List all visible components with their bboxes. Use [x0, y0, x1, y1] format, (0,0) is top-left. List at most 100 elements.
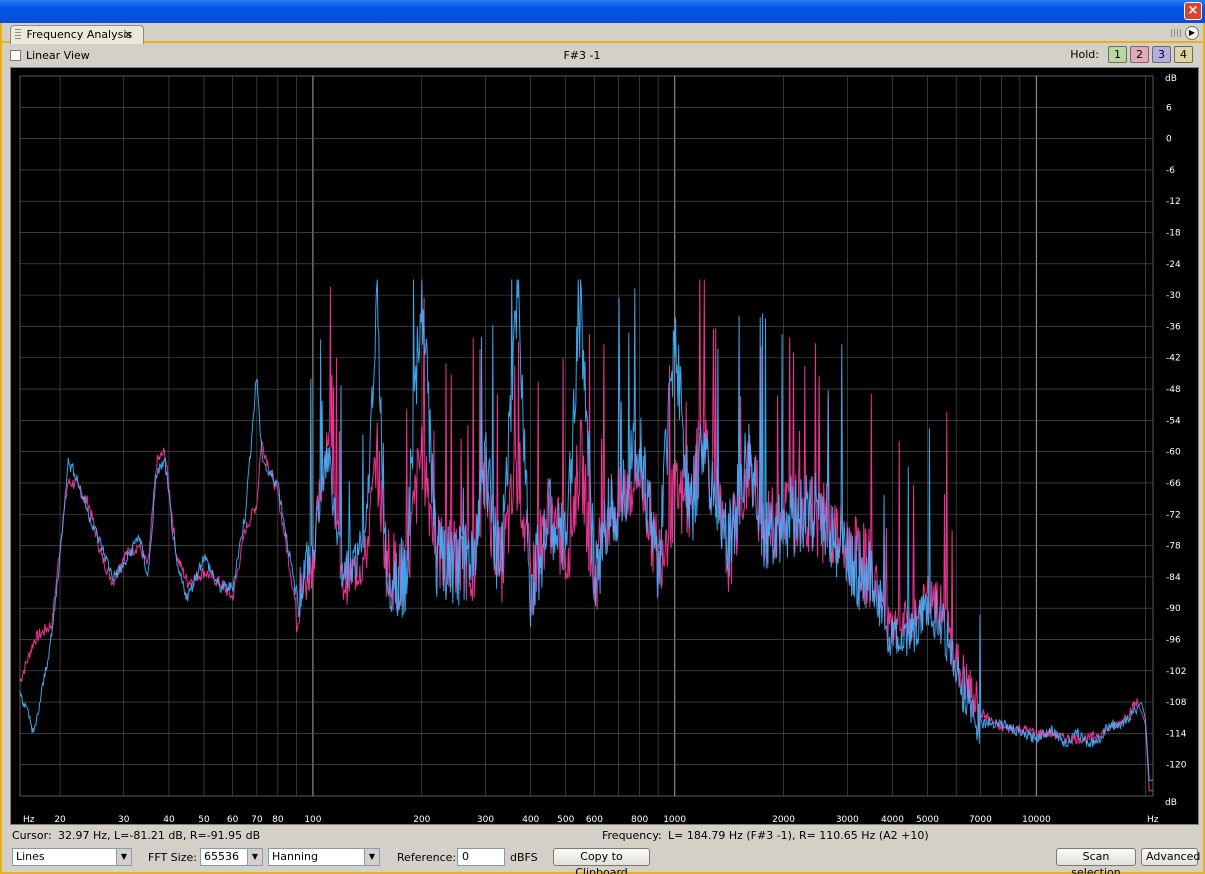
x-tick-label: 5000 — [916, 815, 939, 824]
status-bar: Cursor: 32.97 Hz, L=-81.21 dB, R=-91.95 … — [10, 828, 1199, 844]
frequency-label: Frequency: — [602, 829, 662, 842]
fft-size-label: FFT Size: — [148, 851, 197, 864]
y-tick-label: -102 — [1166, 667, 1186, 677]
tab-label: Frequency Analysis — [26, 28, 133, 41]
x-tick-label: 20 — [54, 815, 66, 824]
spectrum-series — [19, 279, 1153, 792]
x-tick-label: 50 — [198, 815, 210, 824]
y-tick-label: -54 — [1166, 416, 1181, 426]
spectrum-plot-area[interactable]: 6 0 -6 -12 -18 -24 -30 -36 -42 -48 -54 -60 -66 -72 -78… — [10, 67, 1199, 825]
x-tick-label: 300 — [477, 815, 494, 824]
hold-label: Hold: — [1070, 48, 1099, 61]
tab-close-icon[interactable]: × — [124, 26, 133, 44]
cursor-label: Cursor: — [12, 829, 52, 842]
analysis-toolbar: Linear View F#3 -1 Hold: 1 2 3 4 — [2, 45, 1203, 65]
fft-size-select[interactable]: 65536 ▼ — [200, 848, 263, 866]
spectrum-plot[interactable]: 60-6-12-18-24-30-36-42-48-54-60-66-72-78… — [11, 68, 1198, 824]
analysis-controls: Lines ▼ FFT Size: 65536 ▼ Hanning ▼ Refe… — [10, 847, 1200, 874]
x-axis-unit-right: Hz — [1147, 815, 1159, 824]
advanced-button[interactable]: Advanced — [1141, 848, 1200, 866]
y-tick-label: -42 — [1166, 354, 1181, 364]
x-tick-label: 70 — [251, 815, 263, 824]
x-tick-label: 2000 — [772, 815, 795, 824]
chevron-down-icon[interactable]: ▼ — [247, 849, 262, 865]
y-tick-label: -24 — [1166, 260, 1181, 270]
plot-frame — [19, 75, 1154, 797]
detected-note: F#3 -1 — [563, 49, 601, 62]
hold-button-1[interactable]: 1 — [1108, 46, 1127, 63]
x-tick-label: 10000 — [1022, 815, 1051, 824]
x-tick-label: 60 — [227, 815, 239, 824]
y-axis-unit-top: dB — [1165, 74, 1177, 84]
fft-size-value: 65536 — [204, 850, 239, 863]
y-tick-label: -96 — [1166, 635, 1181, 645]
y-tick-label: -108 — [1166, 698, 1187, 708]
frequency-analysis-panel: Frequency Analysis × ▶ Linear View F#3 -… — [0, 23, 1205, 874]
hold-button-4[interactable]: 4 — [1174, 46, 1193, 63]
panel-tabstrip: Frequency Analysis × ▶ — [2, 23, 1203, 44]
y-tick-label: -120 — [1166, 761, 1187, 771]
vertical-gridlines — [19, 75, 1154, 797]
y-tick-label: -36 — [1166, 322, 1181, 332]
x-tick-label: 4000 — [881, 815, 904, 824]
y-tick-label: -66 — [1166, 479, 1181, 489]
y-tick-label: -114 — [1166, 729, 1187, 739]
hold-controls: Hold: 1 2 3 4 — [1070, 46, 1193, 63]
display-mode-value: Lines — [16, 850, 45, 863]
y-tick-label: -78 — [1166, 542, 1181, 552]
x-tick-label: 500 — [557, 815, 574, 824]
copy-to-clipboard-button[interactable]: Copy to Clipboard — [553, 848, 650, 874]
y-tick-label: 6 — [1166, 103, 1172, 113]
reference-input[interactable]: 0 — [457, 848, 505, 866]
y-tick-label: -6 — [1166, 166, 1175, 176]
linear-view-toggle[interactable]: Linear View — [10, 49, 90, 62]
linear-view-label: Linear View — [26, 49, 90, 62]
x-tick-label: 400 — [522, 815, 539, 824]
window-function-value: Hanning — [272, 850, 318, 863]
reference-unit: dBFS — [510, 851, 538, 864]
x-tick-label: 7000 — [969, 815, 992, 824]
hold-button-2[interactable]: 2 — [1130, 46, 1149, 63]
y-axis-labels: 6 0 -6 -12 -18 -24 -30 -36 -42 -48 -54 -60 -66 -72 -78… — [1166, 103, 1187, 770]
x-axis-labels: 20 30 40 50 60 70 80 100 200 300 400 500 600 800 1000 2… — [54, 815, 1051, 824]
chevron-down-icon[interactable]: ▼ — [364, 849, 379, 865]
y-tick-label: -30 — [1166, 291, 1181, 301]
y-tick-label: -84 — [1166, 573, 1181, 583]
x-tick-label: 1000 — [663, 815, 686, 824]
panel-grip-icon[interactable] — [1171, 29, 1181, 37]
y-axis-unit-bottom: dB — [1165, 798, 1177, 808]
y-tick-label: -48 — [1166, 385, 1181, 395]
x-tick-label: 600 — [586, 815, 603, 824]
y-tick-label: -18 — [1166, 229, 1181, 239]
grip-icon — [15, 29, 21, 39]
hold-button-3[interactable]: 3 — [1152, 46, 1171, 63]
x-tick-label: 30 — [118, 815, 130, 824]
x-tick-label: 3000 — [836, 815, 859, 824]
horizontal-gridlines — [20, 107, 1153, 765]
linear-view-checkbox[interactable] — [10, 50, 21, 61]
x-tick-label: 800 — [631, 815, 648, 824]
frequency-value: L= 184.79 Hz (F#3 -1), R= 110.65 Hz (A2 … — [668, 829, 929, 842]
y-tick-label: 0 — [1166, 135, 1172, 145]
reference-label: Reference: — [397, 851, 457, 864]
tab-frequency-analysis[interactable]: Frequency Analysis × — [10, 25, 144, 44]
cursor-value: 32.97 Hz, L=-81.21 dB, R=-91.95 dB — [58, 829, 261, 842]
chevron-down-icon[interactable]: ▼ — [116, 849, 131, 865]
y-tick-label: -72 — [1166, 510, 1181, 520]
x-tick-label: 100 — [304, 815, 321, 824]
y-tick-label: -60 — [1166, 448, 1181, 458]
play-arrow-icon: ▶ — [1188, 28, 1196, 37]
y-tick-label: -12 — [1166, 197, 1181, 207]
window-function-select[interactable]: Hanning ▼ — [268, 848, 380, 866]
close-icon: × — [1187, 3, 1199, 18]
window-titlebar: × — [0, 0, 1205, 23]
x-tick-label: 200 — [413, 815, 430, 824]
scan-selection-button[interactable]: Scan selection — [1056, 848, 1136, 874]
left-channel-line — [19, 279, 1153, 792]
window-close-button[interactable]: × — [1184, 2, 1202, 20]
y-tick-label: -90 — [1166, 604, 1181, 614]
panel-menu-button[interactable]: ▶ — [1185, 26, 1199, 40]
x-axis-unit-left: Hz — [23, 815, 35, 824]
display-mode-select[interactable]: Lines ▼ — [12, 848, 132, 866]
x-tick-label: 80 — [272, 815, 284, 824]
